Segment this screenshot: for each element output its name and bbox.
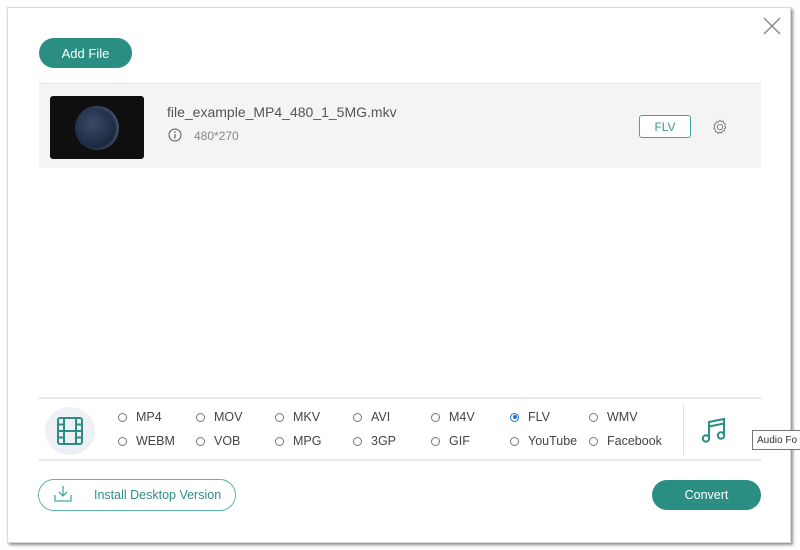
close-icon[interactable]	[762, 16, 782, 36]
convert-button[interactable]: Convert	[652, 480, 761, 510]
radio-button[interactable]	[431, 436, 440, 446]
divider	[683, 405, 684, 455]
music-note-icon[interactable]	[701, 415, 727, 445]
format-option-facebook[interactable]: Facebook	[589, 434, 662, 448]
format-option-mov[interactable]: MOV	[196, 410, 242, 424]
file-name: file_example_MP4_480_1_5MG.mkv	[167, 104, 397, 120]
radio-button[interactable]	[431, 412, 440, 422]
radio-button[interactable]	[353, 412, 362, 422]
file-resolution: 480*270	[194, 129, 239, 143]
download-icon	[54, 486, 72, 502]
format-option-mkv[interactable]: MKV	[275, 410, 320, 424]
radio-button[interactable]	[353, 436, 362, 446]
format-option-mp4[interactable]: MP4	[118, 410, 162, 424]
format-option-mpg[interactable]: MPG	[275, 434, 321, 448]
radio-button[interactable]	[510, 436, 519, 446]
radio-button[interactable]	[275, 436, 284, 446]
format-option-youtube[interactable]: YouTube	[510, 434, 577, 448]
format-option-wmv[interactable]: WMV	[589, 410, 638, 424]
radio-button[interactable]	[275, 412, 284, 422]
format-option-avi[interactable]: AVI	[353, 410, 390, 424]
install-desktop-label: Install Desktop Version	[94, 488, 222, 502]
film-icon	[57, 417, 83, 445]
add-file-button[interactable]: Add File	[39, 38, 132, 68]
audio-format-tooltip: Audio Fo	[752, 430, 800, 450]
radio-button[interactable]	[118, 436, 127, 446]
video-format-tab[interactable]	[45, 407, 95, 455]
format-option-gif[interactable]: GIF	[431, 434, 470, 448]
format-option-webm[interactable]: WEBM	[118, 434, 175, 448]
format-option-m4v[interactable]: M4V	[431, 410, 475, 424]
radio-button[interactable]	[118, 412, 127, 422]
radio-button-selected[interactable]	[510, 412, 519, 422]
video-thumbnail	[50, 96, 144, 159]
install-desktop-button[interactable]: Install Desktop Version	[38, 479, 236, 511]
format-option-vob[interactable]: VOB	[196, 434, 240, 448]
thumbnail-image	[75, 106, 119, 150]
format-option-flv[interactable]: FLV	[510, 410, 550, 424]
format-selector-panel: MP4 MOV MKV AVI M4V FLV WMV WEBM VOB MPG…	[39, 397, 761, 461]
file-list-item: file_example_MP4_480_1_5MG.mkv 480*270 F…	[39, 83, 761, 168]
radio-button[interactable]	[589, 412, 598, 422]
radio-button[interactable]	[196, 436, 205, 446]
format-option-3gp[interactable]: 3GP	[353, 434, 396, 448]
radio-button[interactable]	[196, 412, 205, 422]
radio-button[interactable]	[589, 436, 598, 446]
gear-icon[interactable]	[711, 118, 729, 136]
output-format-button[interactable]: FLV	[639, 115, 691, 138]
info-icon[interactable]	[168, 128, 182, 142]
